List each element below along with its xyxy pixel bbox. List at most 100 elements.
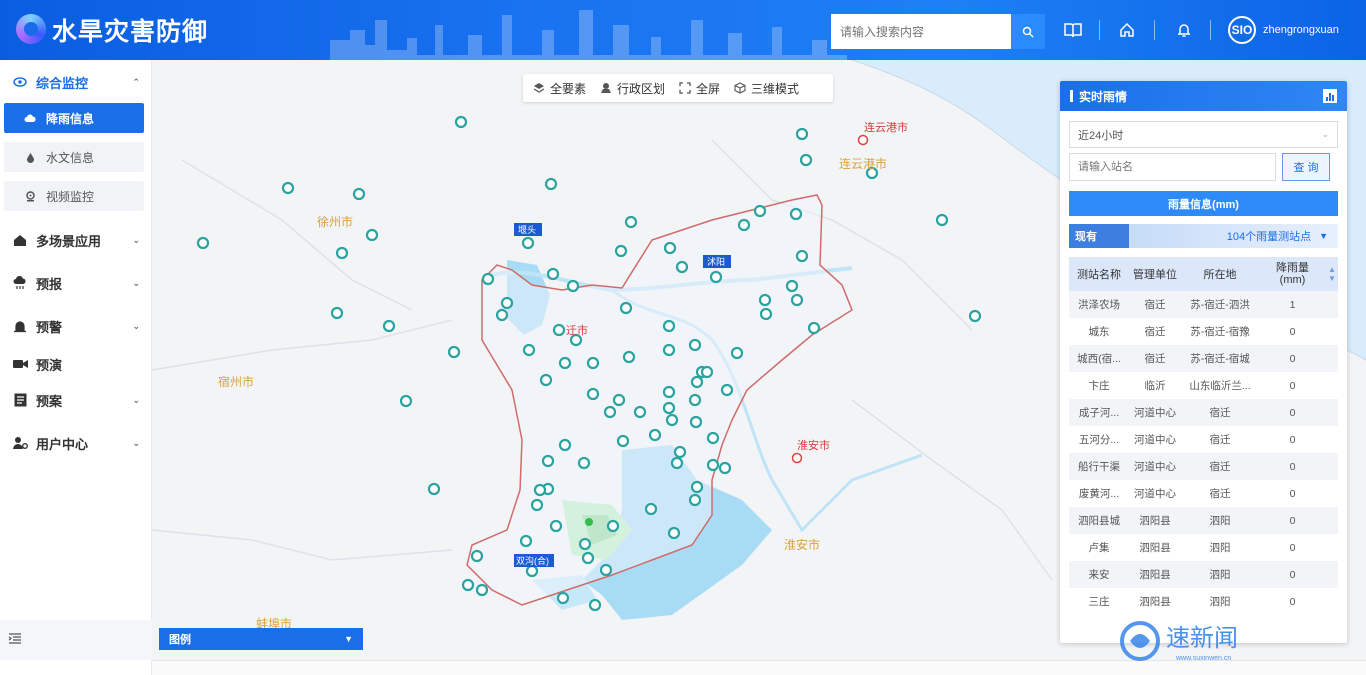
tool-all-elements[interactable]: 全要素 xyxy=(529,80,590,97)
legend-toggle[interactable]: 图例 ▼ xyxy=(159,628,363,650)
panel-header: 实时雨情 xyxy=(1060,81,1347,111)
menu-forecast[interactable]: 预报 ⌄ xyxy=(0,266,152,300)
map-label-city: 淮安市 xyxy=(797,440,830,452)
table-cell: 苏-宿迁-宿豫 xyxy=(1190,326,1250,338)
table-cell: 0 xyxy=(1289,595,1296,608)
tool-label: 行政区划 xyxy=(617,81,666,96)
table-cell: 泗阳 xyxy=(1209,569,1231,581)
menu-plan[interactable]: 预案 ⌄ xyxy=(0,383,152,417)
avatar[interactable]: SIO xyxy=(1228,16,1256,44)
chevron-down-icon: ⌄ xyxy=(132,277,140,288)
table-cell: 0 xyxy=(1289,514,1296,527)
collapse-menu-icon[interactable] xyxy=(8,632,22,648)
table-row[interactable]: 废黄河... 河道中心 宿迁 0 xyxy=(1069,480,1338,507)
table-row[interactable]: 城西(宿... 宿迁 苏-宿迁-宿城 0 xyxy=(1069,345,1338,372)
map-toolbar: 全要素 行政区划 全屏 三维模式 xyxy=(523,74,833,102)
cloud-icon xyxy=(24,112,36,124)
menu-rehearsal[interactable]: 预演 xyxy=(0,347,152,381)
tool-fullscreen[interactable]: 全屏 xyxy=(675,80,724,97)
table-row[interactable]: 城东 宿迁 苏-宿迁-宿豫 0 xyxy=(1069,318,1338,345)
status-label: 现有 xyxy=(1069,224,1129,248)
chevron-up-icon: ⌃ xyxy=(132,76,140,87)
column-header[interactable]: 所在地 xyxy=(1181,266,1259,282)
table-cell: 五河分... xyxy=(1078,434,1120,446)
column-header[interactable]: 管理单位 xyxy=(1129,266,1181,282)
legend-label: 图例 xyxy=(169,634,191,646)
table-row[interactable]: 卞庄 临沂 山东临沂兰... 0 xyxy=(1069,372,1338,399)
table-cell: 泗阳县 xyxy=(1139,569,1171,581)
rainfall-info-button[interactable]: 雨量信息(mm) xyxy=(1069,191,1338,216)
caret-down-icon: ▼ xyxy=(1319,231,1328,241)
table-cell: 0 xyxy=(1289,352,1296,365)
table-cell: 宿迁 xyxy=(1209,434,1231,446)
column-header[interactable]: 降雨量 (mm) xyxy=(1259,262,1326,286)
table-cell: 临沂 xyxy=(1144,380,1166,392)
station-name-input[interactable] xyxy=(1069,153,1276,181)
table-row[interactable]: 来安 泗阳县 泗阳 0 xyxy=(1069,561,1338,588)
table-cell: 0 xyxy=(1289,541,1296,554)
username[interactable]: zhengrongxuan xyxy=(1263,24,1339,36)
chevron-down-icon: ⌄ xyxy=(132,234,140,245)
chevron-down-icon: ⌄ xyxy=(132,320,140,331)
table-row[interactable]: 五河分... 河道中心 宿迁 0 xyxy=(1069,426,1338,453)
table-cell: 河道中心 xyxy=(1134,461,1176,473)
sub-item-video-monitoring[interactable]: 视频监控 xyxy=(4,181,144,211)
column-header[interactable]: 测站名称 xyxy=(1069,266,1129,282)
chevron-down-icon: ⌄ xyxy=(132,394,140,405)
map-label-city: 宿州市 xyxy=(218,375,255,389)
select-value: 近24小时 xyxy=(1078,129,1124,142)
sidebar: 综合监控 ⌃ 降雨信息 水文信息 视频监控 多场景应用 ⌄ 预报 ⌄ 预警 ⌄ … xyxy=(0,60,152,675)
city-marker xyxy=(857,134,869,146)
map-label-city: 徐州市 xyxy=(317,215,354,229)
table-cell: 0 xyxy=(1289,460,1296,473)
cloud-rain-icon xyxy=(12,275,28,291)
table-row[interactable]: 泗阳县城 泗阳县 泗阳 0 xyxy=(1069,507,1338,534)
table-row[interactable]: 三庄 泗阳县 泗阳 0 xyxy=(1069,588,1338,615)
table-cell: 废黄河... xyxy=(1078,488,1120,500)
station-count-bar[interactable]: 现有 104个雨量测站点 ▼ xyxy=(1069,224,1338,248)
table-cell: 卢集 xyxy=(1088,542,1110,554)
search-button[interactable] xyxy=(1011,14,1045,49)
rainfall-panel: 实时雨情 近24小时 ⌄ 查 询 雨量信息(mm) 现有 104个雨量测站点 ▼… xyxy=(1060,81,1347,643)
chevron-down-icon: ⌄ xyxy=(1321,129,1329,139)
time-range-select[interactable]: 近24小时 ⌄ xyxy=(1069,121,1338,148)
table-row[interactable]: 船行干渠 河道中心 宿迁 0 xyxy=(1069,453,1338,480)
table-row[interactable]: 成子河... 河道中心 宿迁 0 xyxy=(1069,399,1338,426)
tool-3d-mode[interactable]: 三维模式 xyxy=(730,80,803,97)
menu-label: 多场景应用 xyxy=(36,233,102,249)
home-icon xyxy=(12,232,28,248)
menu-label: 用户中心 xyxy=(36,436,89,452)
menu-comprehensive-monitoring[interactable]: 综合监控 ⌃ xyxy=(0,65,152,99)
bar-chart-icon[interactable] xyxy=(1323,89,1337,103)
book-icon[interactable] xyxy=(1062,19,1084,41)
tool-admin-division[interactable]: 行政区划 xyxy=(596,80,669,97)
menu-multi-scenario[interactable]: 多场景应用 ⌄ xyxy=(0,223,152,257)
home-icon[interactable] xyxy=(1116,19,1138,41)
table-header: 测站名称 管理单位 所在地 降雨量 (mm) ▲ ▼ xyxy=(1069,257,1338,291)
tool-label: 全要素 xyxy=(550,81,587,96)
table-cell: 泗阳 xyxy=(1209,542,1231,554)
table-cell: 宿迁 xyxy=(1209,407,1231,419)
table-cell: 泗阳县 xyxy=(1139,515,1171,527)
map-label-city: 淮安市 xyxy=(784,538,821,552)
fullscreen-icon xyxy=(679,82,691,94)
query-button[interactable]: 查 询 xyxy=(1282,153,1330,181)
sub-item-hydrology[interactable]: 水文信息 xyxy=(4,142,144,172)
menu-label: 预演 xyxy=(36,357,63,373)
bell-icon[interactable] xyxy=(1173,19,1195,41)
menu-user-center[interactable]: 用户中心 ⌄ xyxy=(0,426,152,460)
table-cell: 成子河... xyxy=(1078,407,1120,419)
sort-icon[interactable]: ▲ ▼ xyxy=(1326,265,1338,283)
table-cell: 泗阳县城 xyxy=(1078,515,1120,527)
sub-item-rainfall[interactable]: 降雨信息 xyxy=(4,103,144,133)
search-input[interactable] xyxy=(831,14,1011,49)
table-cell: 0 xyxy=(1289,325,1296,338)
map-tag-label: 沭阳 xyxy=(707,257,726,267)
table-cell: 苏-宿迁-宿城 xyxy=(1190,353,1250,365)
menu-warning[interactable]: 预警 ⌄ xyxy=(0,309,152,343)
table-row[interactable]: 洪泽农场 宿迁 苏-宿迁-泗洪 1 xyxy=(1069,291,1338,318)
tool-label: 三维模式 xyxy=(751,81,800,96)
table-row[interactable]: 卢集 泗阳县 泗阳 0 xyxy=(1069,534,1338,561)
station-count: 104个雨量测站点 xyxy=(1226,231,1312,243)
menu-label: 综合监控 xyxy=(36,75,89,91)
